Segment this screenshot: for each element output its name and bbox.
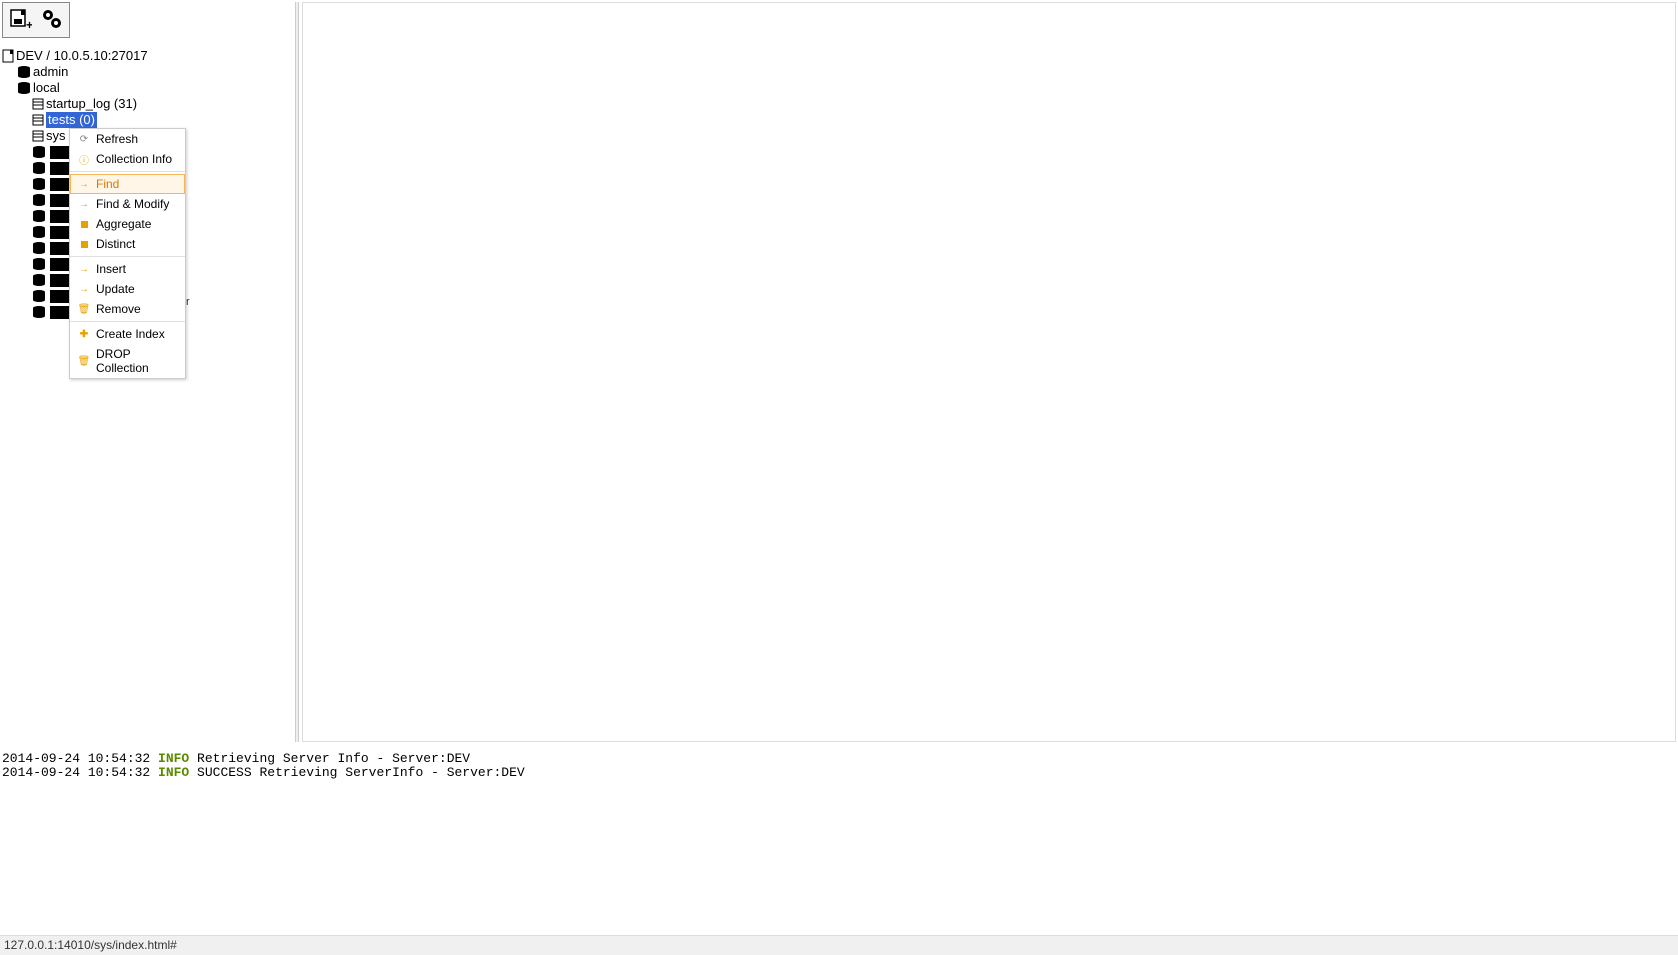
- database-icon: [32, 145, 46, 159]
- menu-item-label: Collection Info: [96, 152, 172, 166]
- menu-item-label: Find: [96, 177, 119, 191]
- collection-icon: [32, 130, 44, 142]
- menu-separator: [70, 321, 185, 322]
- menu-item-label: Refresh: [96, 132, 138, 146]
- toolbar: +: [2, 2, 70, 38]
- log-panel: 2014-09-24 10:54:32 INFO Retrieving Serv…: [0, 750, 1678, 810]
- log-level: INFO: [158, 765, 189, 780]
- context-menu: ⟳ Refresh ⓘ Collection Info → Find → Find & Mod…: [69, 128, 186, 379]
- collection-icon: [32, 98, 44, 110]
- menu-item-refresh[interactable]: ⟳ Refresh: [70, 129, 185, 149]
- log-timestamp: 2014-09-24 10:54:32: [2, 751, 158, 766]
- database-icon: [32, 225, 46, 239]
- menu-item-label: Insert: [96, 262, 126, 276]
- menu-item-label: Update: [96, 282, 135, 296]
- menu-item-remove[interactable]: 🗑 Remove: [70, 299, 185, 319]
- menu-item-label: Create Index: [96, 327, 165, 341]
- menu-item-update[interactable]: → Update: [70, 279, 185, 299]
- refresh-icon: ⟳: [78, 133, 90, 145]
- splitter-vertical[interactable]: [295, 2, 299, 742]
- info-icon: ⓘ: [78, 153, 90, 165]
- database-icon: [32, 289, 46, 303]
- log-level: INFO: [158, 751, 189, 766]
- plus-icon: ✚: [78, 328, 90, 340]
- menu-item-label: Aggregate: [96, 217, 151, 231]
- database-icon: [32, 257, 46, 271]
- menu-item-label: Find & Modify: [96, 197, 169, 211]
- database-label[interactable]: local: [33, 80, 60, 96]
- collection-label-selected[interactable]: tests (0): [46, 112, 97, 128]
- trash-icon: 🗑: [78, 303, 90, 315]
- database-icon: [32, 241, 46, 255]
- database-icon: [32, 177, 46, 191]
- menu-item-find[interactable]: → Find: [70, 174, 185, 194]
- collection-node-startup-log[interactable]: startup_log (31): [32, 96, 293, 112]
- database-icon: [32, 161, 46, 175]
- collection-icon: [32, 114, 44, 126]
- arrow-icon: →: [78, 178, 90, 190]
- log-timestamp: 2014-09-24 10:54:32: [2, 765, 158, 780]
- collection-label[interactable]: startup_log (31): [46, 96, 137, 112]
- status-text: 127.0.0.1:14010/sys/index.html#: [4, 938, 177, 952]
- log-message: SUCCESS Retrieving ServerInfo - Server:D…: [189, 765, 524, 780]
- menu-separator: [70, 171, 185, 172]
- arrow-icon: →: [78, 263, 90, 275]
- trailing-text: r: [186, 296, 190, 308]
- database-node-local[interactable]: local: [17, 80, 293, 96]
- menu-separator: [70, 256, 185, 257]
- menu-item-collection-info[interactable]: ⓘ Collection Info: [70, 149, 185, 169]
- database-label[interactable]: admin: [33, 64, 68, 80]
- database-icon: [32, 273, 46, 287]
- collection-node-tests[interactable]: tests (0): [32, 112, 293, 128]
- server-icon: [2, 49, 14, 63]
- status-bar: 127.0.0.1:14010/sys/index.html#: [0, 935, 1678, 955]
- menu-item-insert[interactable]: → Insert: [70, 259, 185, 279]
- menu-item-label: Distinct: [96, 237, 135, 251]
- database-icon: [17, 81, 31, 95]
- square-icon: [78, 218, 90, 230]
- trash-icon: 🗑: [78, 355, 90, 367]
- log-line: 2014-09-24 10:54:32 INFO Retrieving Serv…: [2, 752, 1676, 766]
- database-icon: [32, 305, 46, 319]
- svg-text:+: +: [26, 18, 32, 31]
- database-icon: [32, 193, 46, 207]
- log-message: Retrieving Server Info - Server:DEV: [189, 751, 470, 766]
- square-icon: [78, 238, 90, 250]
- database-node-admin[interactable]: admin: [17, 64, 293, 80]
- server-label[interactable]: DEV / 10.0.5.10:27017: [16, 48, 148, 64]
- menu-item-create-index[interactable]: ✚ Create Index: [70, 324, 185, 344]
- arrow-icon: →: [78, 198, 90, 210]
- database-icon: [17, 65, 31, 79]
- settings-button[interactable]: [37, 5, 67, 35]
- menu-item-drop-collection[interactable]: 🗑 DROP Collection: [70, 344, 185, 378]
- menu-item-find-modify[interactable]: → Find & Modify: [70, 194, 185, 214]
- gears-icon: [40, 7, 64, 34]
- database-icon: [32, 209, 46, 223]
- menu-item-label: DROP Collection: [96, 347, 177, 375]
- server-node[interactable]: DEV / 10.0.5.10:27017: [2, 48, 293, 64]
- log-line: 2014-09-24 10:54:32 INFO SUCCESS Retriev…: [2, 766, 1676, 780]
- main-content-area: [302, 2, 1676, 742]
- arrow-icon: →: [78, 283, 90, 295]
- add-server-button[interactable]: +: [5, 5, 35, 35]
- collection-label[interactable]: sys: [46, 128, 66, 144]
- menu-item-distinct[interactable]: Distinct: [70, 234, 185, 254]
- menu-item-label: Remove: [96, 302, 141, 316]
- disk-plus-icon: +: [8, 7, 32, 34]
- menu-item-aggregate[interactable]: Aggregate: [70, 214, 185, 234]
